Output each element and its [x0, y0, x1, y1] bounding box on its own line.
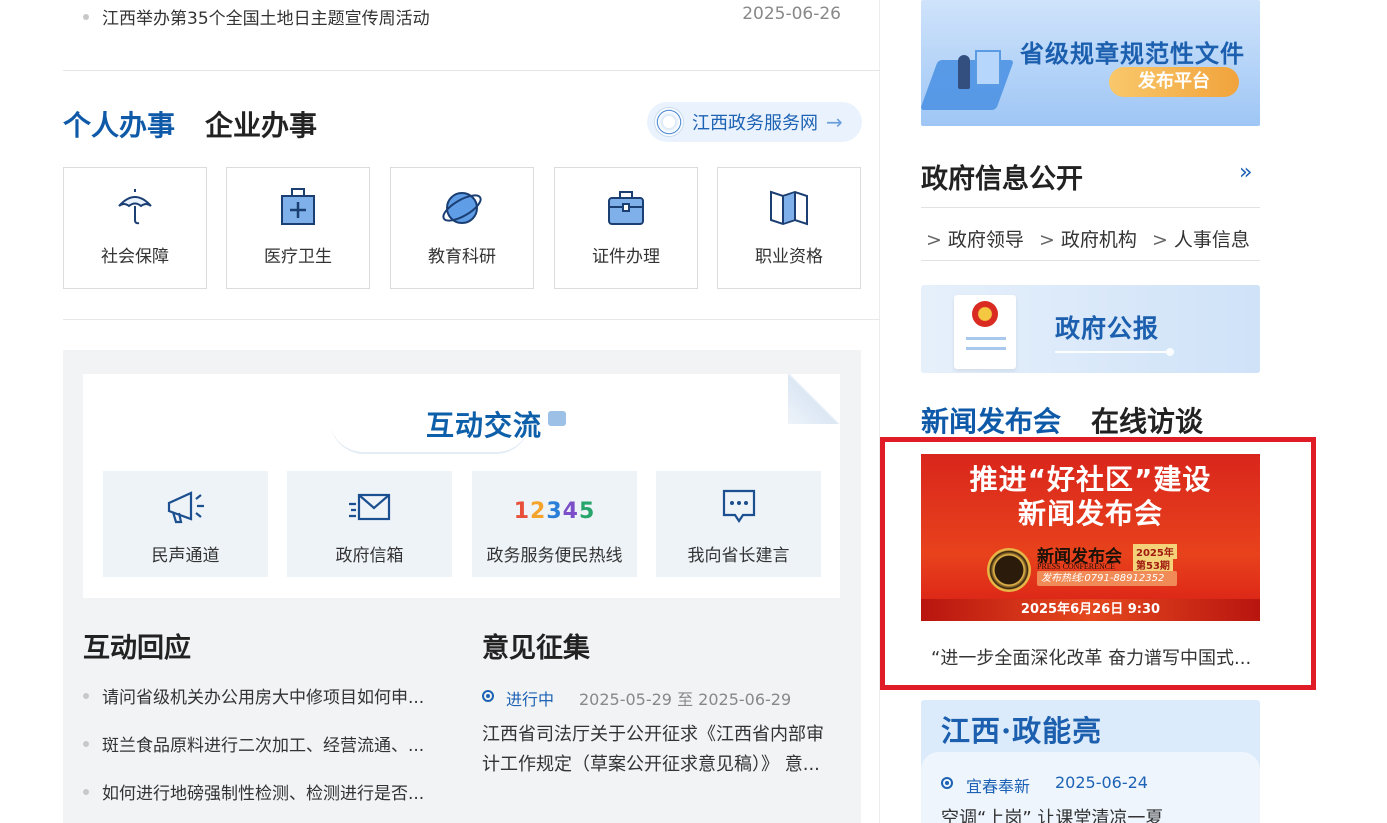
megaphone-icon [167, 491, 204, 524]
list-item[interactable]: 斑兰食品原料进行二次加工、经营流通、... [83, 731, 463, 755]
gov-link-agencies[interactable]: > 政府机构 [1039, 225, 1137, 252]
tab-press-conference[interactable]: 新闻发布会 [921, 400, 1061, 440]
text-lines-decoration [966, 337, 1006, 340]
bullet-dot [83, 789, 89, 795]
list-item[interactable]: 请问省级机关办公用房大中修项目如何申... [83, 683, 463, 707]
portal-link-label: 江西政务服务网 [692, 113, 818, 134]
banner-title: 省级规章规范性文件 [1020, 40, 1245, 68]
gov-bulletin-banner[interactable]: 政府公报 [921, 285, 1260, 373]
tab-business-services[interactable]: 企业办事 [205, 104, 317, 144]
interaction-tile-public-voice[interactable]: 民声通道 [103, 471, 268, 577]
list-item-text[interactable]: 斑兰食品原料进行二次加工、经营流通、... [102, 731, 424, 755]
portal-link-button[interactable]: 江西政务服务网 → [647, 102, 862, 142]
person-illustration [958, 55, 970, 89]
tab-personal-services[interactable]: 个人办事 [63, 104, 175, 144]
list-item-text[interactable]: 如何进行地磅强制性检测、检测进行是否... [102, 779, 424, 803]
bullet-dot [83, 14, 89, 20]
list-item-text[interactable]: 请问省级机关办公用房大中修项目如何申... [102, 683, 424, 707]
tile-label: 民声通道 [151, 546, 220, 566]
speech-bubble-icon [548, 411, 566, 426]
radio-dot-icon [941, 777, 953, 789]
interaction-tile-gov-mailbox[interactable]: 政府信箱 [287, 471, 452, 577]
divider [63, 319, 880, 320]
bullet-dot [83, 741, 89, 747]
list-item[interactable]: 如何进行地磅强制性检测、检测进行是否... [83, 779, 463, 803]
gov-link-personnel[interactable]: > 人事信息 [1152, 225, 1250, 252]
status-badge: 进行中 [506, 690, 555, 709]
more-chevron-icon[interactable]: » [1239, 160, 1252, 185]
tile-label: 我向省长建言 [687, 546, 790, 566]
news-item[interactable]: 江西举办第35个全国土地日主题宣传周活动 2025-06-26 [83, 4, 843, 30]
tile-label: 政府信箱 [335, 546, 404, 566]
service-label: 证件办理 [592, 247, 660, 267]
news-title[interactable]: 江西举办第35个全国土地日主题宣传周活动 [102, 4, 430, 29]
status-radio-icon [482, 690, 494, 702]
page-fold-decoration [788, 374, 840, 424]
chevron-right-icon: > [1152, 229, 1168, 251]
tile-label: 政务服务便民热线 [486, 546, 623, 566]
national-emblem-icon [972, 301, 998, 327]
divider [921, 207, 1260, 208]
divider [63, 70, 880, 71]
gov-link-label: 政府领导 [947, 229, 1024, 251]
screen-decoration [975, 50, 1001, 86]
planet-icon [442, 192, 482, 224]
book-icon [770, 190, 808, 226]
briefcase-icon [608, 191, 644, 225]
energy-link[interactable]: 空调“上岗” 让课堂清凉一夏 [941, 804, 1163, 823]
gov-link-label: 人事信息 [1173, 229, 1250, 251]
banner-title: 政府公报 [1055, 314, 1160, 343]
opinion-link[interactable]: 江西省司法厅关于公开征求《江西省内部审计工作规定（草案公开征求意见稿）》 意..… [482, 720, 830, 780]
service-label: 职业资格 [755, 247, 823, 267]
interaction-title: 互动交流 [426, 409, 543, 442]
service-label: 社会保障 [101, 247, 169, 267]
medical-kit-icon [281, 188, 315, 225]
interaction-tile-governor-advice[interactable]: 我向省长建言 [656, 471, 821, 577]
envelope-icon [348, 493, 390, 521]
responses-title: 互动回应 [83, 633, 191, 664]
energy-tag: 宜春奉新 [966, 777, 1031, 796]
interaction-tile-hotline[interactable]: 12345 政务服务便民热线 [472, 471, 637, 577]
divider [921, 260, 1260, 261]
energy-date: 2025-06-24 [1055, 773, 1148, 792]
service-tile-healthcare[interactable]: 医疗卫生 [226, 167, 370, 289]
news-date: 2025-06-26 [742, 4, 841, 24]
banner-pill: 发布平台 [1109, 67, 1239, 97]
gov-link-label: 政府机构 [1060, 229, 1137, 251]
service-tile-education[interactable]: 教育科研 [390, 167, 534, 289]
service-label: 医疗卫生 [264, 247, 332, 267]
chevron-right-icon: > [1039, 229, 1055, 251]
arrow-right-icon: → [826, 110, 843, 134]
gov-info-title: 政府信息公开 [921, 164, 1083, 195]
umbrella-icon [118, 189, 152, 225]
column-divider [879, 0, 880, 823]
chat-bubble-icon [722, 489, 755, 523]
opinions-title: 意见征集 [482, 633, 590, 664]
emblem-icon [654, 107, 684, 137]
service-tile-social-security[interactable]: 社会保障 [63, 167, 207, 289]
hotline-12345-icon: 12345 [513, 499, 596, 524]
tab-online-interview[interactable]: 在线访谈 [1091, 400, 1203, 440]
line-decoration [1055, 348, 1174, 356]
date-range: 2025-05-29 至 2025-06-29 [579, 690, 792, 709]
bullet-dot [83, 693, 89, 699]
gov-link-leaders[interactable]: > 政府领导 [926, 225, 1024, 252]
service-tile-qualifications[interactable]: 职业资格 [717, 167, 861, 289]
chevron-right-icon: > [926, 229, 942, 251]
energy-title[interactable]: 江西·政能亮 [941, 708, 1102, 750]
rules-platform-banner[interactable]: 省级规章规范性文件 发布平台 [921, 0, 1260, 126]
highlight-box [880, 437, 1316, 690]
service-tile-certificates[interactable]: 证件办理 [554, 167, 698, 289]
service-label: 教育科研 [428, 247, 496, 267]
